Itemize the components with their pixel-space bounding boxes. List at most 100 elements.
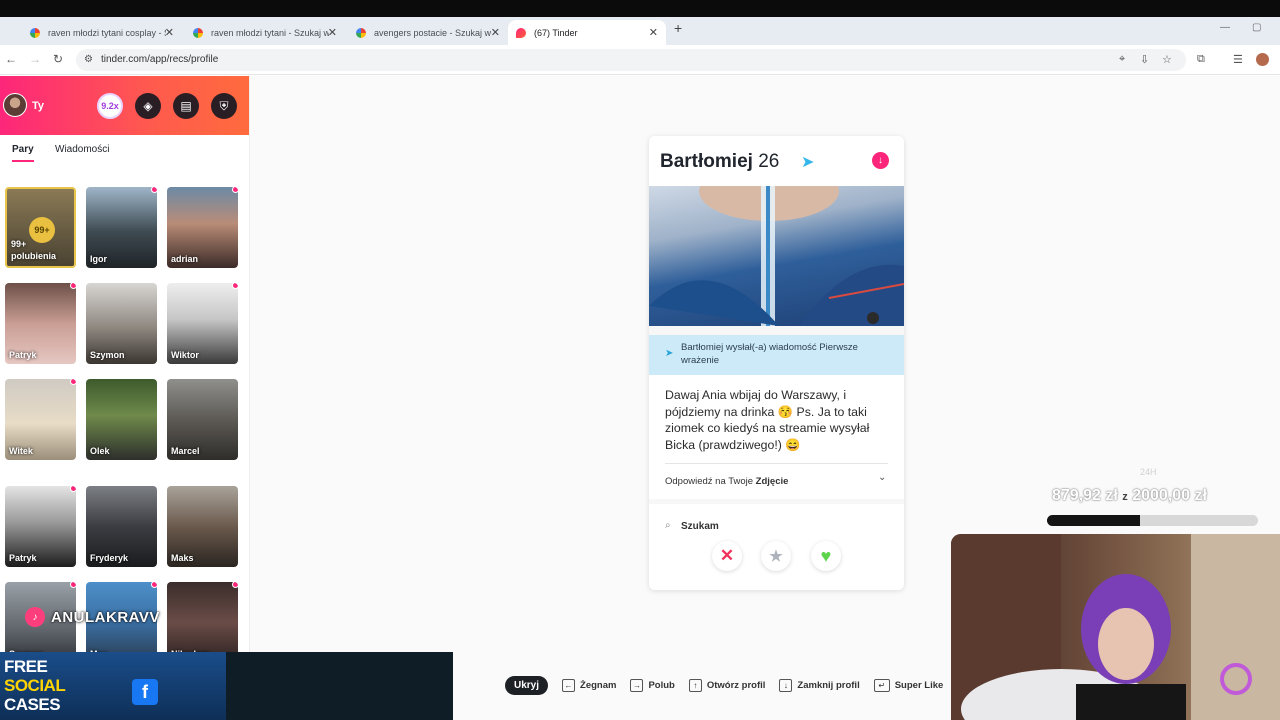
tinder-icon [516,27,526,38]
site-info-icon[interactable]: ⚙ [84,54,93,65]
new-match-dot [70,486,76,492]
explore-compass-icon[interactable]: ◈ [135,93,161,119]
message-text: Dawaj Ania wbijaj do Warszawy, i pójdzie… [665,388,870,452]
extensions-icon[interactable]: ⧉ [1197,53,1205,66]
match-tile-igor[interactable]: Igor [86,187,157,268]
google-icon [356,27,366,38]
new-match-dot [232,283,238,289]
profile-name-row: Bartłomiej 26 [660,151,779,173]
tab-title: raven młodzi tytani - Szukaj w [211,27,329,38]
new-match-dot [70,582,76,588]
match-tile-szymon[interactable]: Szymon [86,283,157,364]
shortcut-label: Polub [648,679,675,691]
like-button[interactable]: ♥ [811,541,841,571]
forward-icon[interactable]: → [29,52,41,66]
facebook-icon: f [132,679,158,705]
match-tile-fryderyk[interactable]: Fryderyk [86,486,157,567]
tab-title: raven młodzi tytani cosplay - S [48,27,166,38]
minimize-icon[interactable]: — [1220,22,1230,33]
sidebar-tabs: Pary Wiadomości [0,144,249,164]
shortcut-label: Super Like [894,679,944,691]
bookmark-star-icon[interactable]: ☆ [1162,53,1172,66]
safety-shield-icon[interactable]: ⛨ [211,93,237,119]
google-icon [193,27,203,38]
webcam-art [951,534,1280,720]
shortcut-label: Otwórz profil [706,679,766,691]
keyboard-shortcuts-bar: Ukryj ← Żegnam → Polub ↑ Otwórz profil ↓ Zam… [505,674,957,696]
back-icon[interactable]: ← [5,52,17,66]
sent-message-icon: ➤ [801,154,815,171]
tab-title: (67) Tinder [534,27,578,38]
tab-matches[interactable]: Pary [12,144,34,162]
goal-amount: 879,92 zł z 2000,00 zł [1052,487,1207,505]
match-name: Patryk [9,350,37,360]
profile-avatar-icon[interactable] [1256,53,1269,66]
nope-button[interactable]: ✕ [712,541,742,571]
ad-line-2: SOCIAL [4,676,66,695]
browser-tab-1[interactable]: raven młodzi tytani cosplay - S ✕ [22,20,182,45]
tab-strip: raven młodzi tytani cosplay - S ✕ raven … [0,17,1280,45]
location-icon[interactable]: ⌖ [1119,53,1125,66]
maximize-icon[interactable]: ▢ [1252,22,1261,33]
match-tile-patryk-2[interactable]: Patryk [5,486,76,567]
match-name: adrian [171,254,199,264]
profile-header: Bartłomiej 26 ➤ ↓ [649,136,904,186]
close-tab-icon[interactable]: ✕ [328,26,337,39]
match-tile-adrian[interactable]: adrian [167,187,238,268]
new-tab-button[interactable]: + [674,20,682,36]
goal-separator: z [1122,491,1128,503]
close-tab-icon[interactable]: ✕ [165,26,174,39]
profile-photo-art [649,186,904,326]
browser-tab-2[interactable]: raven młodzi tytani - Szukaj w ✕ [185,20,345,45]
new-match-dot [151,187,157,193]
tab-messages[interactable]: Wiadomości [55,144,109,155]
browser-tab-3[interactable]: avengers postacie - Szukaj w G ✕ [348,20,508,45]
matches-sidebar: Ty 9.2x ◈ ▤ ⛨ Pary Wiadomości 99+ 99+ po… [0,76,250,720]
shortcut-super-like: ↵ Super Like [873,678,944,692]
user-label[interactable]: Ty [32,100,44,112]
hide-shortcuts-button[interactable]: Ukryj [505,675,549,695]
new-match-dot [70,283,76,289]
match-tile-patryk[interactable]: Patryk [5,283,76,364]
chevron-down-icon[interactable]: ⌄ [878,472,886,483]
close-tab-icon[interactable]: ✕ [491,26,500,39]
profile-photo[interactable] [649,186,904,326]
match-name: Olek [90,446,110,456]
arrow-down-key-icon: ↓ [779,678,793,692]
shortcut-label: Żegnam [580,679,617,691]
match-tile-olek[interactable]: Olek [86,379,157,460]
install-icon[interactable]: ⇩ [1140,53,1149,66]
boost-button[interactable]: 9.2x [97,93,123,119]
ad-banner[interactable]: FREE SOCIAL CASES f [0,652,453,720]
menu-list-icon[interactable]: ☰ [1233,53,1243,66]
user-avatar[interactable] [3,93,27,117]
first-impression-message: Dawaj Ania wbijaj do Warszawy, i pójdzie… [649,375,904,499]
browser-tab-active[interactable]: (67) Tinder ✕ [508,20,666,45]
reply-target: Zdjęcie [755,476,789,487]
paper-plane-icon: ➤ [665,348,674,359]
likes-you-tile[interactable]: 99+ 99+ polubienia [5,187,76,268]
match-name: Igor [90,254,107,264]
boost-label: 9.2x [101,101,119,111]
profile-name: Bartłomiej [660,151,753,172]
close-tab-icon[interactable]: ✕ [649,26,658,39]
collapse-profile-icon[interactable]: ↓ [872,152,889,169]
enter-key-icon: ↵ [873,678,890,692]
briefcase-icon[interactable]: ▤ [173,93,199,119]
match-tile-maks[interactable]: Maks [167,486,238,567]
goal-current: 879,92 zł [1052,487,1118,504]
new-match-dot [151,582,157,588]
match-tile-witek[interactable]: Witek [5,379,76,460]
arrow-right-key-icon: → [630,678,644,692]
new-match-dot [232,582,238,588]
reply-context[interactable]: Odpowiedź na Twoje Zdjęcie [665,476,788,487]
looking-for-label: Szukam [681,521,719,532]
match-tile-marcel[interactable]: Marcel [167,379,238,460]
reload-icon[interactable]: ↻ [53,52,63,66]
shortcut-nope: ← Żegnam [562,678,617,692]
sidebar-header: Ty 9.2x ◈ ▤ ⛨ [0,76,249,135]
super-like-button[interactable]: ★ [761,541,791,571]
url-field[interactable] [76,49,1186,71]
match-tile-wiktor[interactable]: Wiktor [167,283,238,364]
banner-text: Bartłomiej wysłał(-a) wiadomość Pierwsze… [681,342,858,366]
